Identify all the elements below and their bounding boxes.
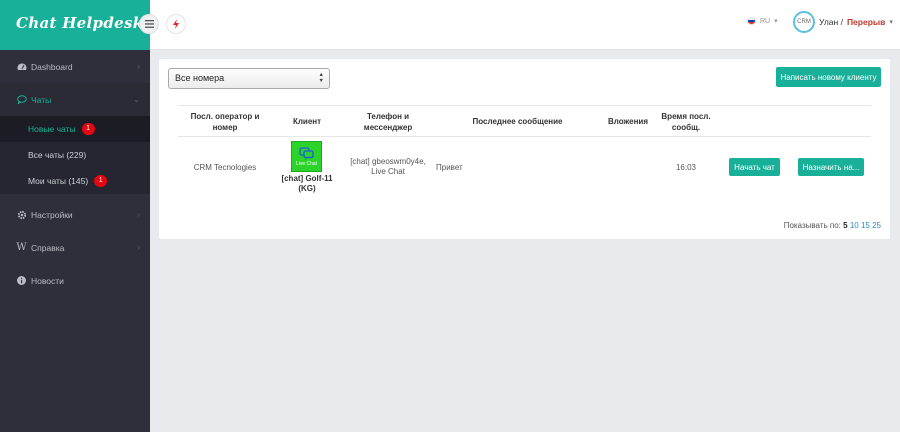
chats-table: Посл. оператор и номер Клиент Телефон и … [178,105,871,201]
chevron-right-icon: › [137,62,140,71]
last-message-cell: Привет [436,163,463,172]
sidebar-item-label: Чаты [31,94,52,105]
sidebar-item-label: Справка [31,242,65,253]
lightning-icon [173,19,179,29]
sidebar-item-my-chats[interactable]: Мои чаты (145) 1 [0,168,150,194]
menu-toggle-button[interactable] [139,14,159,34]
chevron-right-icon: › [137,210,140,219]
sidebar-item-label: Все чаты (229) [28,150,87,160]
start-chat-button[interactable]: Начать чат [729,158,780,176]
count-badge: 1 [94,175,108,187]
chevron-down-icon: ▾ [889,19,893,26]
page-size-option[interactable]: 10 [850,221,859,230]
page-size-current: 5 [843,221,848,230]
info-icon [16,276,27,285]
sidebar-item-settings[interactable]: Настройки › [0,198,150,231]
chevron-down-icon: ⌄ [133,95,140,104]
operator-cell: CRM Tecnologies [193,163,257,172]
client-name[interactable]: [chat] Golf-11 (KG) [276,174,338,194]
write-new-client-button[interactable]: Написать новому клиенту [776,67,881,87]
quick-action-button[interactable] [166,14,186,34]
chevron-right-icon: › [137,243,140,252]
chat-icon [16,95,27,104]
top-header: RU ▾ CRM Улан / Перерыв ▾ [150,0,900,50]
column-header: Последнее сообщение [472,117,563,126]
sidebar-item-label: Мои чаты (145) [28,176,89,186]
livechat-badge: Live Chat [291,141,322,172]
sidebar-item-new-chats[interactable]: Новые чаты 1 [0,116,150,142]
sidebar-item-label: Dashboard [31,61,73,72]
chats-submenu: Новые чаты 1 Все чаты (229) Мои чаты (14… [0,116,150,194]
language-switcher[interactable]: RU ▾ [747,17,778,25]
chats-panel: Все номера ▲ ▼ Написать новому клиенту По… [159,59,890,239]
column-header: Время посл. сообщ. [661,112,711,132]
user-status: Перерыв [846,17,886,27]
column-header: Клиент [292,117,322,126]
select-arrows-icon: ▲ ▼ [318,72,324,84]
language-code: RU [760,17,771,25]
column-header: Вложения [608,117,648,126]
phone-cell: [chat] gbeoswm0y4e, Live Chat [350,157,426,176]
sidebar-item-all-chats[interactable]: Все чаты (229) [0,142,150,168]
page-size-label: Показывать по: [783,221,841,230]
column-header: Посл. оператор и номер [190,112,260,132]
livechat-icon [299,146,314,160]
gear-icon [16,210,27,220]
sidebar-item-news[interactable]: Новости [0,264,150,297]
page-size-selector: Показывать по: 5 10 15 25 [784,221,881,230]
livechat-label: Live Chat [295,160,318,167]
russia-flag-icon [747,17,756,25]
number-select-value: Все номера [175,73,225,83]
column-header: Телефон и мессенджер [363,112,413,132]
wikipedia-icon: W [16,242,27,253]
sidebar-item-label: Новые чаты [28,124,76,134]
sidebar-item-label: Новости [31,275,64,286]
user-name: Улан / [819,17,843,27]
chevron-down-icon: ▾ [774,18,778,25]
hamburger-icon [144,20,154,28]
assign-button[interactable]: Назначить на... [798,158,864,176]
brand-bar: Chat Helpdesk [0,0,150,50]
sidebar-item-label: Настройки [31,209,73,220]
sidebar: Dashboard › Чаты ⌄ Новые чаты 1 Все чаты… [0,50,150,432]
number-select[interactable]: Все номера ▲ ▼ [168,68,330,89]
dashboard-icon [16,62,27,71]
sidebar-item-help[interactable]: W Справка › [0,231,150,264]
sidebar-item-dashboard[interactable]: Dashboard › [0,50,150,83]
table-header: Посл. оператор и номер Клиент Телефон и … [178,106,871,137]
avatar: CRM [793,11,815,33]
sidebar-item-chats[interactable]: Чаты ⌄ [0,83,150,116]
page-size-option[interactable]: 25 [872,221,881,230]
page-size-option[interactable]: 15 [861,221,870,230]
count-badge: 1 [81,123,95,135]
time-cell: 16:03 [675,163,697,172]
table-row[interactable]: CRM Tecnologies Live Chat [chat] Golf-11… [178,137,871,201]
user-menu[interactable]: CRM Улан / Перерыв ▾ [793,11,893,33]
app-logo[interactable]: Chat Helpdesk [16,14,143,32]
